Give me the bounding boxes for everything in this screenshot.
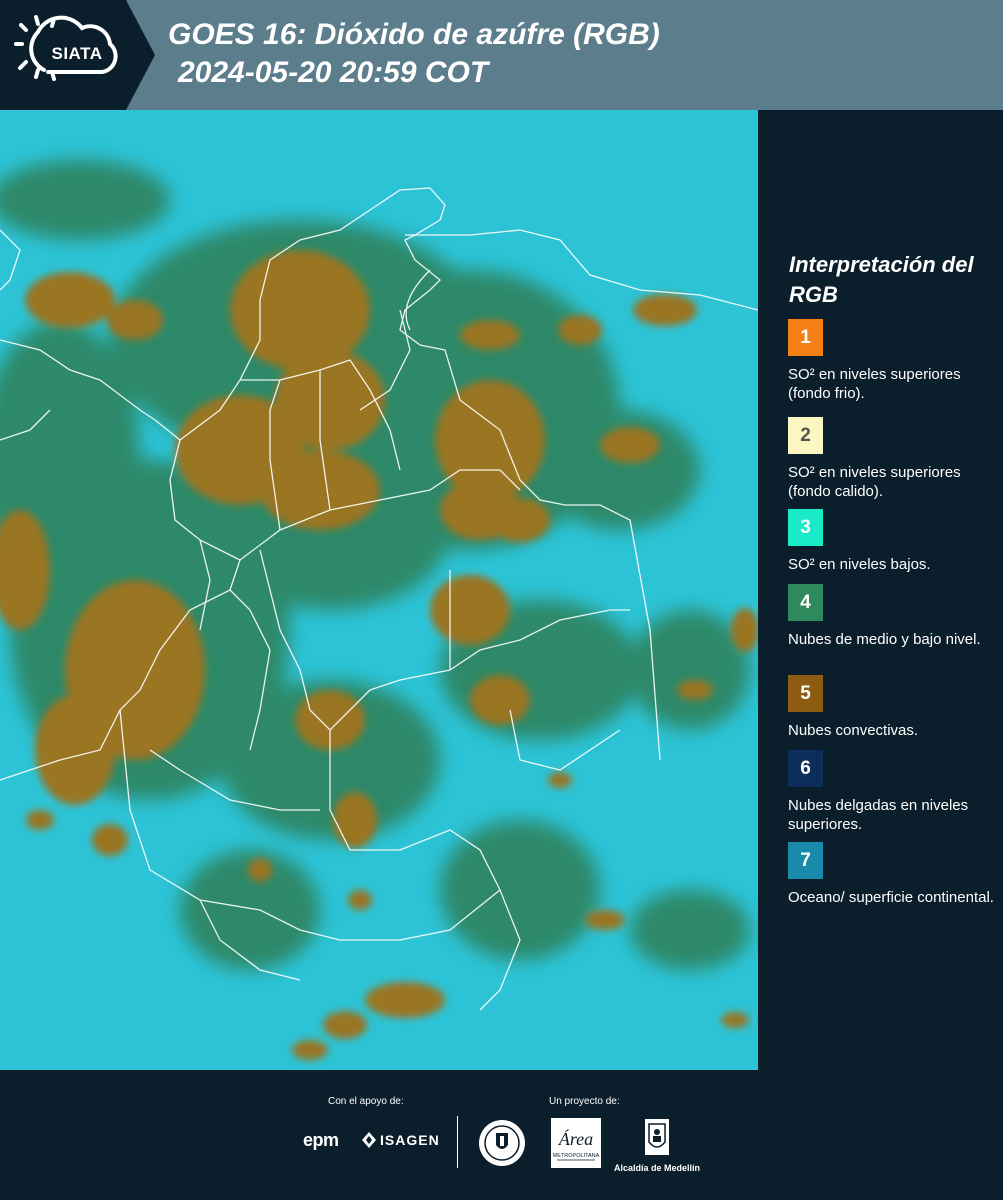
alcaldia-shield-icon — [645, 1119, 669, 1155]
area-text: Área — [558, 1128, 593, 1149]
siata-logo-text: SIATA — [51, 44, 103, 63]
legend-label: SO² en niveles bajos. — [788, 556, 931, 573]
legend-panel: Interpretación del RGB 1 SO² en niveles … — [763, 110, 1003, 1070]
isagen-icon — [362, 1132, 376, 1148]
page-title: GOES 16: Dióxido de azúfre (RGB) — [168, 18, 660, 51]
legend-item: 4 Nubes de medio y bajo nivel. — [788, 584, 998, 649]
timestamp: 2024-05-20 20:59 COT — [178, 56, 489, 89]
area-metropolitana-icon: Área METROPOLITANA — [553, 1128, 600, 1161]
legend-swatch: 2 — [788, 417, 823, 454]
legend-label: Nubes de medio y bajo nivel. — [788, 631, 981, 648]
legend-item: 7 Oceano/ superficie continental. — [788, 842, 998, 907]
legend-item: 2 SO² en niveles superiores (fondo calid… — [788, 417, 998, 501]
legend-swatch: 4 — [788, 584, 823, 621]
legend-label: Nubes delgadas en niveles superiores. — [788, 797, 969, 833]
alcaldia-text: Alcaldía de Medellín — [613, 1163, 701, 1173]
area-metropolitana-logo: Área METROPOLITANA — [551, 1118, 601, 1168]
satellite-image — [0, 110, 758, 1070]
area-subtitle: METROPOLITANA — [553, 1153, 600, 1159]
footer: Con el apoyo de: Un proyecto de: epm ISA… — [0, 1070, 1003, 1200]
legend-item: 3 SO² en niveles bajos. — [788, 509, 998, 574]
isagen-text: ISAGEN — [380, 1132, 440, 1148]
support-caption: Con el apoyo de: — [328, 1096, 404, 1107]
siata-logo: SIATA — [0, 0, 155, 110]
legend-swatch: 5 — [788, 675, 823, 712]
legend-swatch: 1 — [788, 319, 823, 356]
satellite-map — [0, 110, 758, 1070]
legend-item: 5 Nubes convectivas. — [788, 675, 998, 740]
legend-swatch: 7 — [788, 842, 823, 879]
legend-label: Oceano/ superficie continental. — [788, 889, 994, 906]
isagen-logo: ISAGEN — [362, 1132, 440, 1148]
legend-label: SO² en niveles superiores (fondo calido)… — [788, 464, 961, 500]
legend-title: Interpretación del RGB — [789, 252, 974, 307]
header-bar: SIATA GOES 16: Dióxido de azúfre (RGB) 2… — [0, 0, 1003, 110]
legend-label: SO² en niveles superiores (fondo frio). — [788, 366, 961, 402]
legend-item: 1 SO² en niveles superiores (fondo frio)… — [788, 319, 998, 403]
legend-label: Nubes convectivas. — [788, 722, 919, 739]
legend-swatch: 6 — [788, 750, 823, 787]
alcaldia-medellin-logo: Alcaldía de Medellín — [612, 1118, 702, 1173]
legend-swatch: 3 — [788, 509, 823, 546]
medellin-seal-icon — [479, 1120, 525, 1166]
epm-logo: epm — [303, 1130, 339, 1150]
project-caption: Un proyecto de: — [549, 1096, 620, 1107]
footer-divider — [457, 1116, 458, 1168]
legend-item: 6 Nubes delgadas en niveles superiores. — [788, 750, 998, 834]
